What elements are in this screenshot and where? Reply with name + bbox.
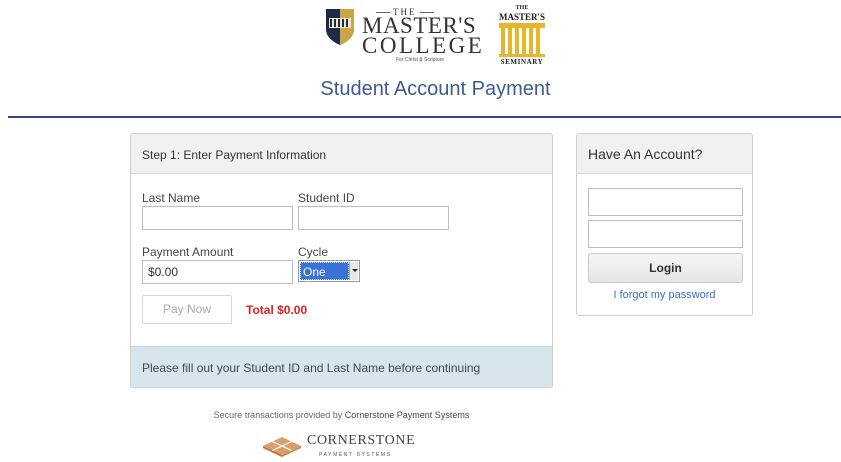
validation-notice: Please fill out your Student ID and Last… xyxy=(131,346,552,387)
college-logo-tagline: For Christ & Scripture xyxy=(396,57,445,63)
seminary-columns-icon xyxy=(499,23,545,57)
last-name-label: Last Name xyxy=(142,191,201,205)
college-logo-line2: COLLEGE xyxy=(362,33,485,58)
cornerstone-brick-icon xyxy=(263,437,301,457)
pay-now-button[interactable]: Pay Now xyxy=(142,295,232,324)
total-amount: Total $0.00 xyxy=(246,303,308,317)
student-id-label: Student ID xyxy=(298,191,355,205)
password-input[interactable] xyxy=(588,220,743,248)
provider-name: Cornerstone Payment Systems xyxy=(344,410,470,420)
payment-amount-label: Payment Amount xyxy=(142,245,234,259)
seminary-logo-the: THE xyxy=(515,5,529,11)
cornerstone-logo: CORNERSTONE PAYMENT SYSTEMS xyxy=(263,431,433,461)
masters-seminary-logo: THE MASTER'S SEMINARY xyxy=(493,5,551,67)
cycle-selected-value: One time xyxy=(300,262,349,293)
payment-panel-heading: Step 1: Enter Payment Information xyxy=(131,134,552,174)
cycle-select[interactable]: One time xyxy=(298,260,360,293)
secure-transactions-note: Secure transactions provided by Cornerst… xyxy=(130,410,553,420)
student-id-input[interactable] xyxy=(298,206,449,230)
account-panel: Have An Account? Login I forgot my passw… xyxy=(576,133,753,316)
header-divider xyxy=(8,116,841,118)
college-shield-icon xyxy=(326,9,354,45)
cornerstone-logo-line2: PAYMENT SYSTEMS xyxy=(319,452,392,458)
payment-amount-input[interactable] xyxy=(142,260,293,284)
seminary-logo-line1: MASTER'S xyxy=(498,12,545,22)
masters-college-logo: THE MASTER'S COLLEGE For Christ & Script… xyxy=(326,6,482,63)
payment-panel: Step 1: Enter Payment Information Last N… xyxy=(130,133,553,388)
login-button[interactable]: Login xyxy=(588,253,743,283)
seminary-logo-line2: SEMINARY xyxy=(500,58,544,66)
cycle-label: Cycle xyxy=(298,245,329,259)
account-panel-heading: Have An Account? xyxy=(577,134,752,174)
username-input[interactable] xyxy=(588,188,743,216)
last-name-input[interactable] xyxy=(142,206,293,230)
forgot-password-link[interactable]: I forgot my password xyxy=(577,289,752,301)
chevron-down-icon[interactable] xyxy=(349,262,358,280)
cornerstone-logo-line1: CORNERSTONE xyxy=(307,433,416,448)
secure-prefix: Secure transactions provided by xyxy=(213,410,343,420)
page-title: Student Account Payment xyxy=(320,78,551,100)
